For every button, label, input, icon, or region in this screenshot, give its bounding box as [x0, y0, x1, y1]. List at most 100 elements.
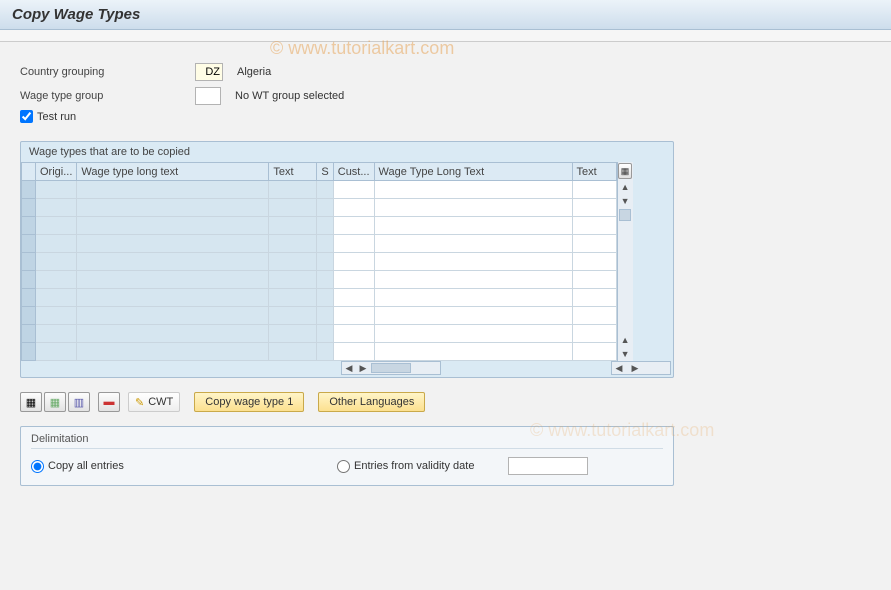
- cell-text[interactable]: [269, 325, 317, 343]
- col-select[interactable]: [22, 163, 36, 181]
- row-selector[interactable]: [22, 271, 36, 289]
- scroll-down-icon[interactable]: ▼: [618, 194, 632, 208]
- row-selector[interactable]: [22, 289, 36, 307]
- cell-text[interactable]: [269, 235, 317, 253]
- col-wage-type-long-text-2[interactable]: Wage Type Long Text: [374, 163, 572, 181]
- cell-cust[interactable]: [333, 289, 374, 307]
- cell-s[interactable]: [317, 307, 333, 325]
- col-wage-type-long-text[interactable]: Wage type long text: [77, 163, 269, 181]
- cell-wage-type-long-text-2[interactable]: [374, 289, 572, 307]
- input-validity-date[interactable]: [508, 457, 588, 475]
- cell-text[interactable]: [269, 343, 317, 361]
- radio-copy-all-entries-wrap[interactable]: Copy all entries: [31, 460, 333, 473]
- table-row[interactable]: [22, 199, 617, 217]
- col-text[interactable]: Text: [269, 163, 317, 181]
- cell-text-2[interactable]: [572, 343, 616, 361]
- table-row[interactable]: [22, 289, 617, 307]
- table-row[interactable]: [22, 253, 617, 271]
- input-country-grouping[interactable]: [195, 63, 223, 81]
- cell-cust[interactable]: [333, 307, 374, 325]
- cell-origi[interactable]: [36, 289, 77, 307]
- cell-cust[interactable]: [333, 217, 374, 235]
- cell-cust[interactable]: [333, 271, 374, 289]
- col-s[interactable]: S: [317, 163, 333, 181]
- cell-origi[interactable]: [36, 325, 77, 343]
- cell-wage-type-long-text[interactable]: [77, 199, 269, 217]
- cell-s[interactable]: [317, 289, 333, 307]
- cell-origi[interactable]: [36, 307, 77, 325]
- cell-text-2[interactable]: [572, 289, 616, 307]
- cell-s[interactable]: [317, 235, 333, 253]
- row-selector[interactable]: [22, 325, 36, 343]
- cwt-button[interactable]: ✎ CWT: [128, 392, 180, 412]
- scroll-thumb[interactable]: [619, 209, 631, 221]
- hscroll-left[interactable]: ◀ ▶: [341, 361, 441, 375]
- col-cust[interactable]: Cust...: [333, 163, 374, 181]
- table-row[interactable]: [22, 325, 617, 343]
- cell-text-2[interactable]: [572, 199, 616, 217]
- copy-wage-type-button[interactable]: Copy wage type 1: [194, 392, 304, 412]
- scroll-up-icon[interactable]: ▲: [618, 180, 632, 194]
- cell-wage-type-long-text[interactable]: [77, 271, 269, 289]
- cell-wage-type-long-text[interactable]: [77, 235, 269, 253]
- scroll-down-bottom-icon[interactable]: ▼: [618, 347, 632, 361]
- scroll-up-bottom-icon[interactable]: ▲: [618, 333, 632, 347]
- cell-text-2[interactable]: [572, 217, 616, 235]
- cell-wage-type-long-text-2[interactable]: [374, 307, 572, 325]
- cell-s[interactable]: [317, 253, 333, 271]
- cell-wage-type-long-text-2[interactable]: [374, 253, 572, 271]
- table-row[interactable]: [22, 307, 617, 325]
- cell-cust[interactable]: [333, 253, 374, 271]
- radio-entries-from-date[interactable]: [337, 460, 350, 473]
- table-row[interactable]: [22, 271, 617, 289]
- cell-text[interactable]: [269, 253, 317, 271]
- cell-text[interactable]: [269, 307, 317, 325]
- cell-wage-type-long-text[interactable]: [77, 325, 269, 343]
- cell-text-2[interactable]: [572, 271, 616, 289]
- display-button[interactable]: ▥: [68, 392, 90, 412]
- cell-wage-type-long-text[interactable]: [77, 307, 269, 325]
- cell-origi[interactable]: [36, 217, 77, 235]
- cell-wage-type-long-text-2[interactable]: [374, 217, 572, 235]
- cell-origi[interactable]: [36, 181, 77, 199]
- other-languages-button[interactable]: Other Languages: [318, 392, 425, 412]
- cell-wage-type-long-text[interactable]: [77, 181, 269, 199]
- row-selector[interactable]: [22, 199, 36, 217]
- hscroll-right-arrow-2-icon[interactable]: ▶: [628, 362, 642, 374]
- cell-wage-type-long-text[interactable]: [77, 343, 269, 361]
- table-row[interactable]: [22, 235, 617, 253]
- hscroll-right[interactable]: ◀ ▶: [611, 361, 671, 375]
- cell-wage-type-long-text-2[interactable]: [374, 271, 572, 289]
- cell-text[interactable]: [269, 271, 317, 289]
- row-selector[interactable]: [22, 181, 36, 199]
- cell-text-2[interactable]: [572, 181, 616, 199]
- vertical-scrollbar[interactable]: ▦ ▲ ▼ ▲ ▼: [617, 162, 633, 361]
- cell-cust[interactable]: [333, 343, 374, 361]
- cell-text-2[interactable]: [572, 325, 616, 343]
- cell-origi[interactable]: [36, 235, 77, 253]
- cell-text[interactable]: [269, 217, 317, 235]
- radio-copy-all-entries[interactable]: [31, 460, 44, 473]
- cell-s[interactable]: [317, 199, 333, 217]
- cell-text-2[interactable]: [572, 235, 616, 253]
- cell-wage-type-long-text-2[interactable]: [374, 343, 572, 361]
- row-selector[interactable]: [22, 217, 36, 235]
- cell-wage-type-long-text-2[interactable]: [374, 325, 572, 343]
- cell-origi[interactable]: [36, 253, 77, 271]
- cell-wage-type-long-text-2[interactable]: [374, 199, 572, 217]
- radio-entries-from-date-wrap[interactable]: Entries from validity date: [337, 460, 474, 473]
- cell-s[interactable]: [317, 217, 333, 235]
- row-selector[interactable]: [22, 235, 36, 253]
- cell-text-2[interactable]: [572, 253, 616, 271]
- cell-wage-type-long-text[interactable]: [77, 217, 269, 235]
- cell-cust[interactable]: [333, 181, 374, 199]
- hscroll-thumb[interactable]: [371, 363, 411, 373]
- checkbox-test-run[interactable]: [20, 110, 33, 123]
- select-all-button[interactable]: ▦: [20, 392, 42, 412]
- table-row[interactable]: [22, 343, 617, 361]
- table-row[interactable]: [22, 181, 617, 199]
- cell-text[interactable]: [269, 289, 317, 307]
- cell-s[interactable]: [317, 271, 333, 289]
- input-wage-type-group[interactable]: [195, 87, 221, 105]
- hscroll-left-arrow-icon[interactable]: ◀: [342, 362, 356, 374]
